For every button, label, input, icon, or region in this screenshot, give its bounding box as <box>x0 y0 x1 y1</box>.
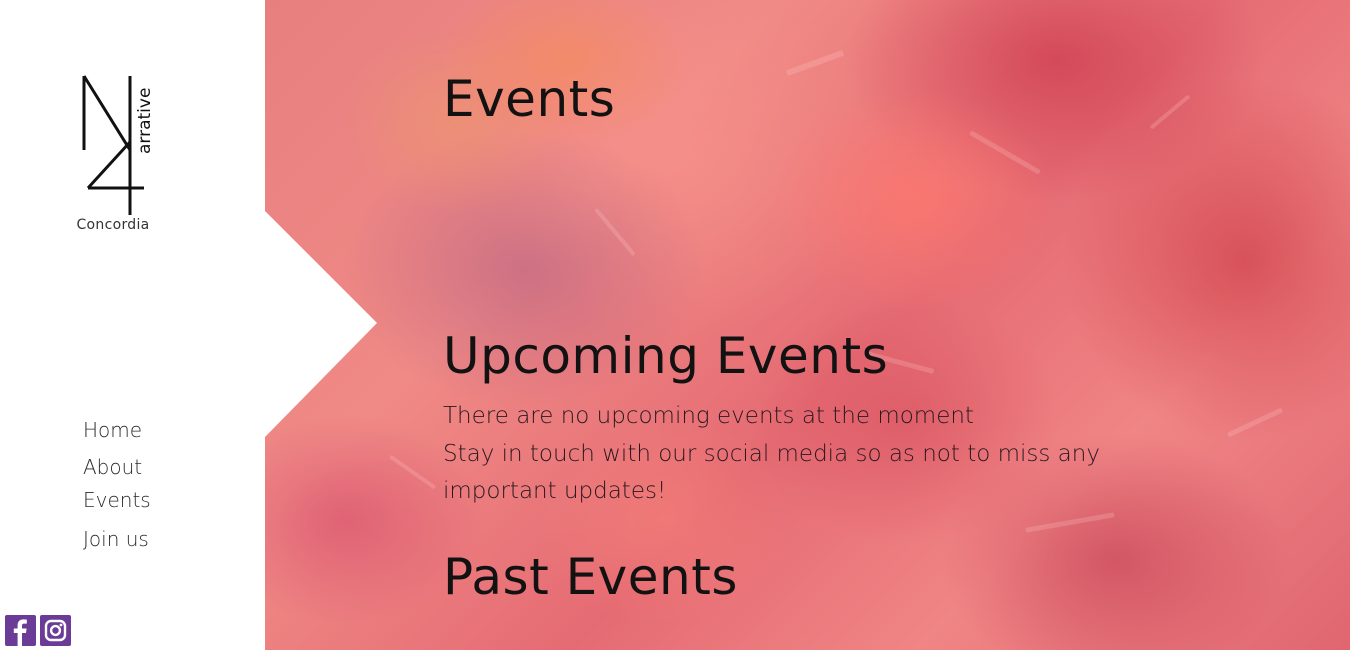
social-reminder-text: Stay in touch with our social media so a… <box>443 440 1100 505</box>
nav-item-home[interactable]: Home <box>83 418 142 442</box>
nav-item-events[interactable]: Events <box>83 488 151 512</box>
no-events-text: There are no upcoming events at the mome… <box>443 403 974 429</box>
facebook-icon[interactable] <box>5 615 36 646</box>
events-page: arrative Concordia Home About Events Joi… <box>0 0 1350 650</box>
sidebar: arrative Concordia Home About Events Joi… <box>0 0 265 650</box>
nav-item-join-us[interactable]: Join us <box>83 527 149 551</box>
logo-word: arrative <box>135 88 155 154</box>
main-content: Events Upcoming Events There are no upco… <box>443 0 1323 650</box>
upcoming-events-heading: Upcoming Events <box>443 327 889 385</box>
page-title: Events <box>443 70 616 128</box>
past-events-heading: Past Events <box>443 548 738 606</box>
logo-caption: Concordia <box>76 217 150 233</box>
brand-logo[interactable]: arrative <box>70 70 160 240</box>
social-links <box>5 615 71 646</box>
chevron-notch <box>264 210 377 438</box>
nav-item-about[interactable]: About <box>83 455 142 479</box>
upcoming-events-message: There are no upcoming events at the mome… <box>443 398 1123 511</box>
instagram-icon[interactable] <box>40 615 71 646</box>
logo-mark-icon: arrative <box>82 75 155 215</box>
